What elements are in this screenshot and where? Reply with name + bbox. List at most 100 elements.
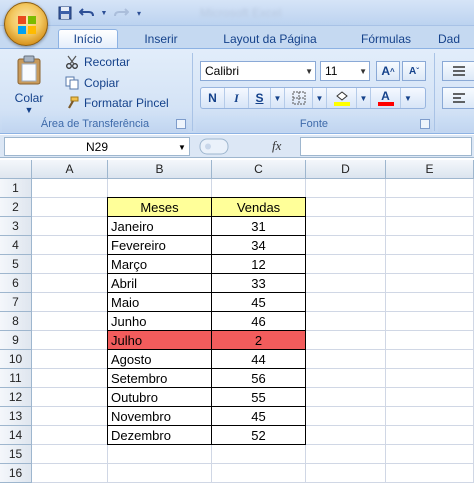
undo-dropdown-icon[interactable]: ▼ <box>100 4 108 22</box>
cell-sales[interactable]: 45 <box>212 407 305 425</box>
font-color-dropdown-icon[interactable]: ▼ <box>401 88 415 108</box>
insert-function-button[interactable]: fx <box>272 138 281 154</box>
font-name-box[interactable]: Calibri ▼ <box>200 61 316 81</box>
underline-dropdown-icon[interactable]: ▼ <box>271 88 285 108</box>
formula-input[interactable] <box>300 137 472 156</box>
table-border-line <box>107 197 306 198</box>
cell-month[interactable]: Julho <box>108 331 211 349</box>
cell-sales[interactable]: 55 <box>212 388 305 406</box>
cell-month[interactable]: Maio <box>108 293 211 311</box>
copy-button[interactable]: Copiar <box>64 74 119 92</box>
row-header-1[interactable]: 1 <box>0 179 32 198</box>
row-header-2[interactable]: 2 <box>0 198 32 217</box>
cell-b2-meses-header[interactable]: Meses <box>108 198 211 216</box>
cell-month[interactable]: Dezembro <box>108 426 211 444</box>
row-header-13[interactable]: 13 <box>0 407 32 426</box>
cell-sales[interactable]: 33 <box>212 274 305 292</box>
fill-color-dropdown-icon[interactable]: ▼ <box>357 88 371 108</box>
column-header-c[interactable]: C <box>212 160 306 179</box>
format-painter-button[interactable]: Formatar Pincel <box>64 94 169 112</box>
row-header-14[interactable]: 14 <box>0 426 32 445</box>
tab-layout-da-pagina[interactable]: Layout da Página <box>205 29 335 48</box>
cut-button[interactable]: Recortar <box>64 53 130 71</box>
row-header-11[interactable]: 11 <box>0 369 32 388</box>
tab-dados[interactable]: Dad <box>434 29 474 48</box>
cell-month[interactable]: Setembro <box>108 369 211 387</box>
font-size-dropdown-icon[interactable]: ▼ <box>359 67 367 76</box>
office-button[interactable] <box>4 2 48 46</box>
cell-month[interactable]: Fevereiro <box>108 236 211 254</box>
column-header-e[interactable]: E <box>386 160 474 179</box>
cell-sales[interactable]: 44 <box>212 350 305 368</box>
grow-font-button[interactable]: A ^ <box>376 61 400 81</box>
paste-dropdown-icon[interactable]: ▼ <box>6 105 52 115</box>
cell-month[interactable]: Novembro <box>108 407 211 425</box>
copy-icon <box>64 75 80 91</box>
cell-month[interactable]: Março <box>108 255 211 273</box>
font-color-button[interactable]: A <box>371 88 401 108</box>
select-all-corner[interactable] <box>0 160 32 179</box>
ribbon-tabs: Início Inserir Layout da Página Fórmulas… <box>0 26 474 48</box>
font-size-box[interactable]: 11 ▼ <box>320 61 370 81</box>
cell-sales[interactable]: 12 <box>212 255 305 273</box>
worksheet-grid[interactable]: A B C D E 1 2 3 4 5 6 7 8 9 10 11 12 13 14 15 16 Meses Vendas J… <box>0 160 474 488</box>
row-header-9[interactable]: 9 <box>0 331 32 350</box>
cell-c2-vendas-header[interactable]: Vendas <box>212 198 305 216</box>
cell-sales[interactable]: 56 <box>212 369 305 387</box>
row-header-15[interactable]: 15 <box>0 445 32 464</box>
undo-icon[interactable] <box>78 4 96 22</box>
align-left-button[interactable] <box>442 87 474 109</box>
redo-icon[interactable] <box>112 4 130 22</box>
row-header-10[interactable]: 10 <box>0 350 32 369</box>
italic-button[interactable]: I <box>225 88 249 108</box>
row-header-5[interactable]: 5 <box>0 255 32 274</box>
row-header-12[interactable]: 12 <box>0 388 32 407</box>
table-border-line <box>107 387 306 388</box>
formula-buttons: fx <box>196 137 296 156</box>
name-box[interactable]: N29 <box>4 137 190 156</box>
cell-sales[interactable]: 31 <box>212 217 305 235</box>
paste-button[interactable]: Colar ▼ <box>6 53 52 115</box>
customize-toolbar-icon[interactable]: ▾ <box>134 4 144 22</box>
column-header-d[interactable]: D <box>306 160 386 179</box>
clipboard-launcher-icon[interactable] <box>176 119 186 129</box>
cell-month[interactable]: Janeiro <box>108 217 211 235</box>
borders-button[interactable] <box>285 88 313 108</box>
table-border-line <box>107 292 306 293</box>
cell-month[interactable]: Outubro <box>108 388 211 406</box>
bold-button[interactable]: N <box>201 88 225 108</box>
cell-month[interactable]: Abril <box>108 274 211 292</box>
cell-month[interactable]: Junho <box>108 312 211 330</box>
fill-color-button[interactable] <box>327 88 357 108</box>
cell-sales[interactable]: 45 <box>212 293 305 311</box>
align-top-button[interactable] <box>442 61 474 81</box>
cell-sales[interactable]: 2 <box>212 331 305 349</box>
font-launcher-icon[interactable] <box>420 119 430 129</box>
cell-sales[interactable]: 52 <box>212 426 305 444</box>
tab-formulas[interactable]: Fórmulas <box>348 29 424 48</box>
table-border-line <box>305 197 306 445</box>
row-header-6[interactable]: 6 <box>0 274 32 293</box>
tab-inserir[interactable]: Inserir <box>130 29 192 48</box>
tab-inicio[interactable]: Início <box>58 29 118 48</box>
underline-button[interactable]: S <box>249 88 271 108</box>
font-name-dropdown-icon[interactable]: ▼ <box>305 67 313 76</box>
shrink-font-button[interactable]: Aˇ <box>402 61 426 81</box>
row-header-8[interactable]: 8 <box>0 312 32 331</box>
row-header-3[interactable]: 3 <box>0 217 32 236</box>
row-header-16[interactable]: 16 <box>0 464 32 483</box>
clipboard-group-label: Área de Transferência <box>2 116 188 132</box>
row-header-7[interactable]: 7 <box>0 293 32 312</box>
cell-sales[interactable]: 46 <box>212 312 305 330</box>
save-icon[interactable] <box>56 4 74 22</box>
grow-font-label: A <box>381 64 390 78</box>
name-box-dropdown-icon[interactable]: ▼ <box>178 143 186 152</box>
cell-sales[interactable]: 34 <box>212 236 305 254</box>
clipboard-icon <box>17 55 41 85</box>
row-header-4[interactable]: 4 <box>0 236 32 255</box>
borders-dropdown-icon[interactable]: ▼ <box>313 88 327 108</box>
window-title: Microsoft Excel <box>200 6 282 20</box>
cell-month[interactable]: Agosto <box>108 350 211 368</box>
column-header-b[interactable]: B <box>108 160 212 179</box>
column-header-a[interactable]: A <box>32 160 108 179</box>
